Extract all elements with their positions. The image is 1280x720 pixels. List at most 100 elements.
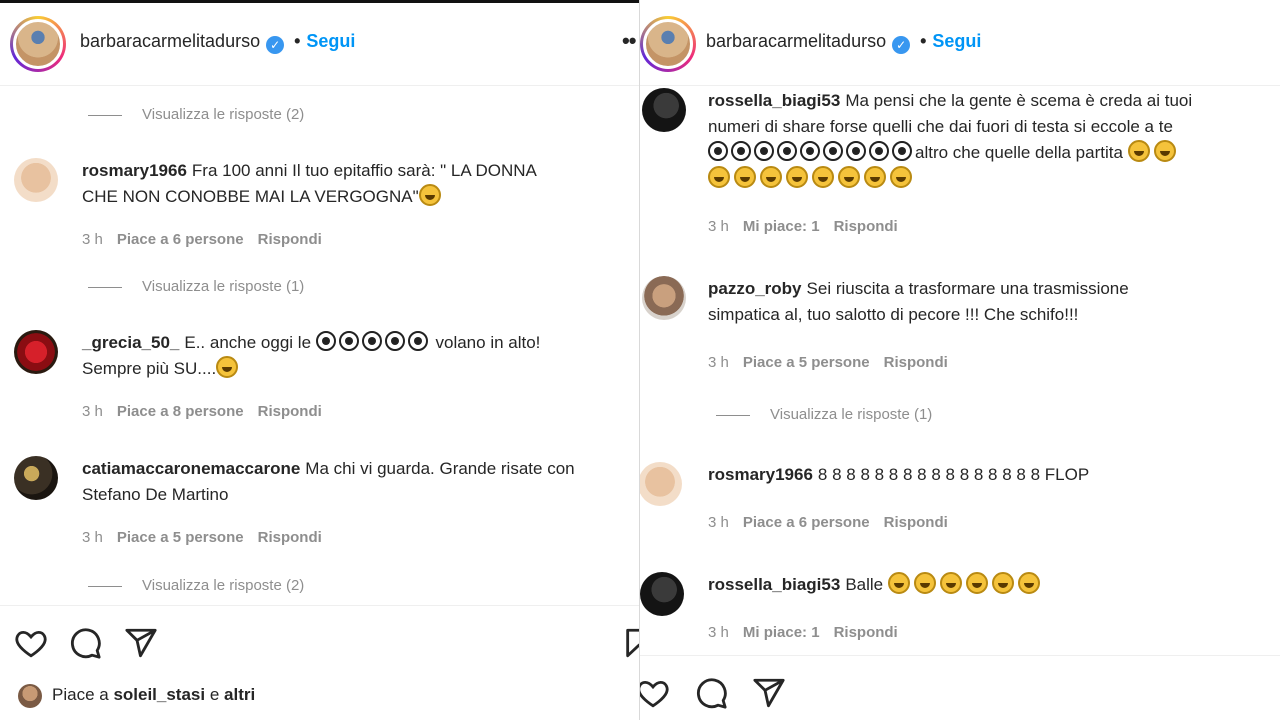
reply-button[interactable]: Rispondi <box>884 514 948 531</box>
comment-time: 3 h <box>708 514 729 531</box>
laughing-emoji <box>760 166 782 188</box>
commenter-username[interactable]: rosmary1966 <box>708 465 813 484</box>
profile-avatar[interactable] <box>10 16 66 72</box>
header-user-row: barbaracarmelitadurso ✓ • Segui <box>706 31 981 54</box>
comment-meta: 3 h Mi piace: 1 Rispondi <box>708 218 912 235</box>
laughing-emoji <box>939 572 962 594</box>
commenter-username[interactable]: pazzo_roby <box>708 279 802 298</box>
commenter-avatar[interactable] <box>642 276 686 320</box>
commenter-avatar[interactable] <box>640 572 684 616</box>
soccer-ball-emoji <box>338 331 359 351</box>
comment-time: 3 h <box>82 231 103 248</box>
left-screenshot-panel: barbaracarmelitadurso ✓ • Segui •• Visualiz… <box>0 0 640 720</box>
commenter-username[interactable]: rossella_biagi53 <box>708 91 840 110</box>
commenter-avatar[interactable] <box>14 456 58 500</box>
reply-button[interactable]: Rispondi <box>834 218 898 235</box>
soccer-ball-emoji <box>708 141 728 161</box>
comment-time: 3 h <box>82 529 103 546</box>
reply-button[interactable]: Rispondi <box>884 354 948 371</box>
post-action-bar <box>640 655 1280 720</box>
separator-dot: • <box>920 31 927 51</box>
comment-icon[interactable] <box>694 676 728 710</box>
laughing-emoji <box>965 572 988 594</box>
soccer-ball-emoji <box>361 331 382 351</box>
reply-button[interactable]: Rispondi <box>258 403 322 420</box>
comment-icon[interactable] <box>68 626 102 660</box>
likes-others-link[interactable]: altri <box>224 685 255 704</box>
comment-text: _grecia_50_ E.. anche oggi le volano in a… <box>82 331 541 378</box>
comment-time: 3 h <box>708 624 729 641</box>
heart-icon[interactable] <box>640 676 670 710</box>
liker-username[interactable]: soleil_stasi <box>113 685 205 704</box>
commenter-avatar[interactable] <box>640 462 682 506</box>
follow-button[interactable]: Segui <box>306 31 355 51</box>
comment-likes[interactable]: Piace a 6 persone <box>117 231 244 248</box>
commenter-username[interactable]: catiamaccaronemaccarone <box>82 459 300 478</box>
comment-meta: 3 h Piace a 5 persone Rispondi <box>708 354 962 371</box>
verified-badge-icon: ✓ <box>892 36 911 54</box>
comment-meta: 3 h Piace a 6 persone Rispondi <box>708 514 962 531</box>
laughing-emoji <box>890 166 912 188</box>
likes-summary: Piace a soleil_stasi e altri <box>52 685 256 704</box>
laughing-emoji <box>887 572 910 594</box>
view-replies-button[interactable]: Visualizza le risposte (2) <box>88 106 304 123</box>
commenter-username[interactable]: rosmary1966 <box>82 161 187 180</box>
comment-time: 3 h <box>82 403 103 420</box>
laughing-emoji <box>418 184 441 206</box>
liker-avatar <box>18 684 42 708</box>
soccer-ball-emoji <box>800 141 820 161</box>
commenter-avatar[interactable] <box>14 158 58 202</box>
soccer-ball-emoji <box>315 331 336 351</box>
heart-icon[interactable] <box>14 626 48 660</box>
laughing-emoji <box>812 166 834 188</box>
laughing-emoji <box>786 166 808 188</box>
comment-text: rosmary1966 Fra 100 anni Il tuo epitaffio… <box>82 161 537 206</box>
more-options-icon[interactable]: •• <box>622 28 636 54</box>
view-replies-button[interactable]: Visualizza le risposte (2) <box>88 577 304 594</box>
comment-meta: 3 h Piace a 8 persone Rispondi <box>82 403 336 420</box>
commenter-username[interactable]: _grecia_50_ <box>82 333 179 352</box>
comment-likes[interactable]: Piace a 8 persone <box>117 403 244 420</box>
soccer-ball-emoji <box>869 141 889 161</box>
laughing-emoji <box>1127 140 1150 162</box>
soccer-ball-emoji <box>754 141 774 161</box>
reply-button[interactable]: Rispondi <box>258 231 322 248</box>
laughing-emoji <box>864 166 886 188</box>
reply-button[interactable]: Rispondi <box>834 624 898 641</box>
soccer-ball-emoji <box>777 141 797 161</box>
comment-likes[interactable]: Mi piace: 1 <box>743 624 820 641</box>
comment-text: rossella_biagi53 Ma pensi che la gente è … <box>708 88 1278 192</box>
soccer-ball-emoji <box>823 141 843 161</box>
view-replies-button[interactable]: Visualizza le risposte (1) <box>88 278 304 295</box>
post-header: barbaracarmelitadurso ✓ • Segui <box>640 0 1280 86</box>
verified-badge-icon: ✓ <box>266 36 285 54</box>
view-replies-button[interactable]: Visualizza le risposte (1) <box>716 406 932 423</box>
comment-time: 3 h <box>708 218 729 235</box>
comment-likes[interactable]: Mi piace: 1 <box>743 218 820 235</box>
commenter-avatar[interactable] <box>642 88 686 132</box>
soccer-ball-emoji <box>407 331 428 351</box>
reply-button[interactable]: Rispondi <box>258 529 322 546</box>
comment-time: 3 h <box>708 354 729 371</box>
comment-meta: 3 h Piace a 5 persone Rispondi <box>82 529 336 546</box>
laughing-emoji <box>1017 572 1040 594</box>
share-icon[interactable] <box>124 626 158 660</box>
comment-likes[interactable]: Piace a 5 persone <box>117 529 244 546</box>
laughing-emoji <box>838 166 860 188</box>
comment-likes[interactable]: Piace a 6 persone <box>743 514 870 531</box>
profile-username[interactable]: barbaracarmelitadurso <box>706 31 886 51</box>
share-icon[interactable] <box>752 676 786 710</box>
profile-avatar[interactable] <box>640 16 696 72</box>
commenter-avatar[interactable] <box>14 330 58 374</box>
laughing-emoji <box>1153 140 1176 162</box>
follow-button[interactable]: Segui <box>932 31 981 51</box>
commenter-username[interactable]: rossella_biagi53 <box>708 575 840 594</box>
header-user-row: barbaracarmelitadurso ✓ • Segui <box>80 31 355 54</box>
comment-meta: 3 h Piace a 6 persone Rispondi <box>82 231 336 248</box>
laughing-emoji <box>216 356 239 378</box>
comment-likes[interactable]: Piace a 5 persone <box>743 354 870 371</box>
bookmark-icon[interactable] <box>622 626 640 660</box>
profile-username[interactable]: barbaracarmelitadurso <box>80 31 260 51</box>
laughing-emoji <box>991 572 1014 594</box>
comment-text: pazzo_roby Sei riuscita a trasformare una… <box>708 279 1129 324</box>
